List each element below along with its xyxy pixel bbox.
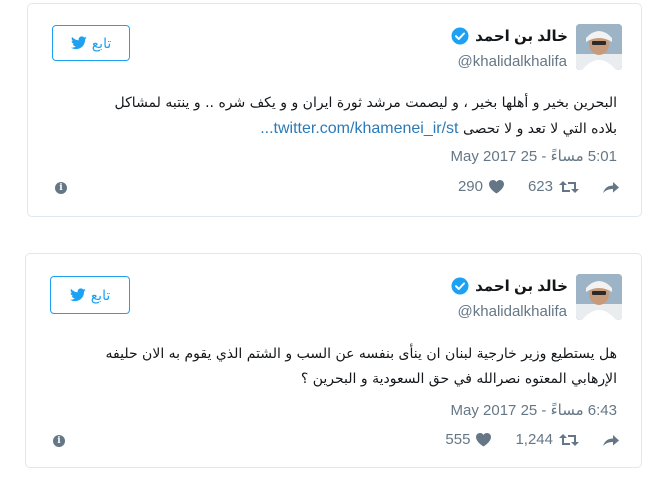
twitter-bird-icon xyxy=(70,36,87,50)
reply-icon xyxy=(603,434,619,446)
tweet-text-line: البحرين بخير و أهلها بخير ، و ليصمت مرشد… xyxy=(114,95,617,111)
retweet-icon xyxy=(559,180,579,193)
embedded-tweet: خالد بن احمد @khalidalkhalifa تابع هل يس… xyxy=(25,253,642,468)
author-name[interactable]: خالد بن احمد xyxy=(475,27,568,45)
reply-icon xyxy=(603,181,619,193)
retweet-count: 623 xyxy=(527,178,553,195)
twitter-bird-icon xyxy=(69,288,86,302)
tweet-link[interactable]: twitter.com/khamenei_ir/st... xyxy=(260,120,458,137)
tweet-text-line: الإرهابي المعتوه نصرالله في حق السعودية … xyxy=(300,371,617,387)
verified-badge-icon xyxy=(451,27,469,45)
follow-label: تابع xyxy=(90,286,111,303)
info-icon[interactable]: i xyxy=(53,435,65,447)
info-icon[interactable]: i xyxy=(55,182,67,194)
like-count: 290 xyxy=(457,178,483,195)
tweet-text-line: بلاده التي لا تعد و لا تحصى xyxy=(462,121,617,137)
like-count: 555 xyxy=(445,431,471,448)
heart-icon xyxy=(476,432,492,446)
verified-badge-icon xyxy=(451,277,469,295)
tweet-text: هل يستطيع وزير خارجية لبنان ان ينأى بنفس… xyxy=(57,342,618,392)
retweet-icon xyxy=(559,433,579,446)
author-name[interactable]: خالد بن احمد xyxy=(475,277,568,295)
reply-button[interactable] xyxy=(603,180,619,194)
tweet-text-line: هل يستطيع وزير خارجية لبنان ان ينأى بنفس… xyxy=(105,346,618,362)
avatar[interactable] xyxy=(576,274,622,320)
author-handle[interactable]: @khalidalkhalifa xyxy=(458,303,567,320)
retweet-button[interactable]: 1,244 xyxy=(515,431,579,448)
follow-label: تابع xyxy=(91,34,112,51)
user-avatar-icon xyxy=(576,274,622,320)
tweet-text: البحرين بخير و أهلها بخير ، و ليصمت مرشد… xyxy=(57,91,617,142)
avatar[interactable] xyxy=(576,24,622,70)
like-button[interactable]: 290 xyxy=(458,178,504,195)
follow-button[interactable]: تابع xyxy=(50,276,130,314)
reply-button[interactable] xyxy=(603,433,619,447)
tweet-timestamp[interactable]: 6:43 مساءً - 25 May 2017 xyxy=(451,401,617,419)
user-avatar-icon xyxy=(576,24,622,70)
tweet-actions: 623 290 xyxy=(458,178,619,195)
embedded-tweet: خالد بن احمد @khalidalkhalifa تابع البحر… xyxy=(27,3,642,217)
heart-icon xyxy=(488,179,504,193)
author-handle[interactable]: @khalidalkhalifa xyxy=(458,53,567,70)
tweet-actions: 1,244 555 xyxy=(445,431,619,448)
tweet-timestamp[interactable]: 5:01 مساءً - 25 May 2017 xyxy=(451,147,617,165)
follow-button[interactable]: تابع xyxy=(52,25,130,61)
retweet-button[interactable]: 623 xyxy=(528,178,579,195)
like-button[interactable]: 555 xyxy=(445,431,492,448)
retweet-count: 1,244 xyxy=(515,431,553,448)
